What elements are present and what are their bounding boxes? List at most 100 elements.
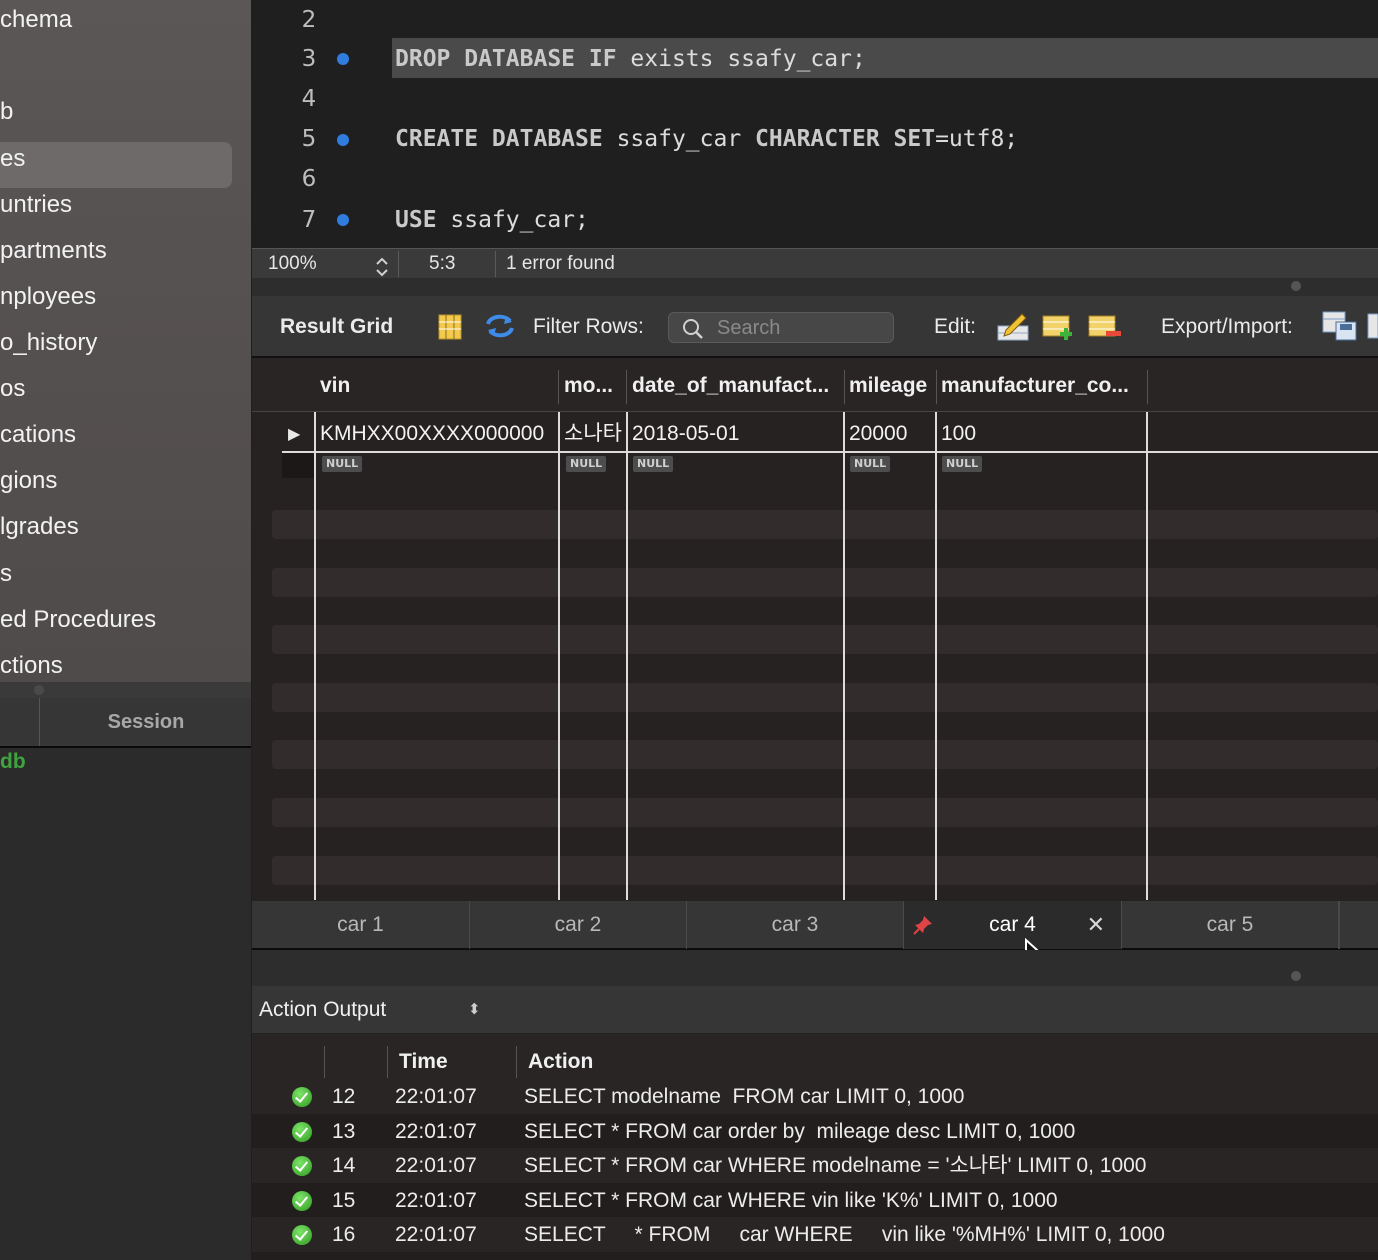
cell-vin[interactable]: KMHXX00XXXX000000 xyxy=(320,414,544,454)
tab-session[interactable]: Session xyxy=(41,698,251,746)
grid-view-icon[interactable] xyxy=(438,314,462,340)
editor-result-splitter[interactable] xyxy=(252,278,1378,296)
tree-item-db[interactable]: b xyxy=(0,92,13,132)
column-border xyxy=(935,412,937,900)
tree-item-job-history[interactable]: o_history xyxy=(0,323,97,363)
tree-item-schema[interactable]: chema xyxy=(0,0,72,40)
tree-item-countries[interactable]: untries xyxy=(0,185,72,225)
statement-marker-icon[interactable] xyxy=(337,214,349,226)
tree-item-locations[interactable]: cations xyxy=(0,415,76,455)
tree-item-stored-procedures[interactable]: ed Procedures xyxy=(0,600,156,640)
sql-keyword: USE xyxy=(395,207,437,233)
pin-icon[interactable] xyxy=(912,914,934,936)
output-row-time: 22:01:07 xyxy=(395,1189,477,1212)
result-grid-title[interactable]: Result Grid xyxy=(280,296,393,358)
code-line[interactable]: CREATE DATABASE ssafy_car CHARACTER SET=… xyxy=(395,119,1018,159)
output-row[interactable]: 12 22:01:07 SELECT modelname FROM car LI… xyxy=(252,1079,1378,1114)
column-divider[interactable] xyxy=(626,370,627,404)
tree-item-views[interactable]: s xyxy=(0,554,12,594)
error-status[interactable]: 1 error found xyxy=(506,249,615,279)
cell-date[interactable]: 2018-05-01 xyxy=(632,414,739,454)
filter-search-input[interactable] xyxy=(717,315,887,341)
output-row-action: SELECT * FROM car WHERE modelname = '소나타… xyxy=(524,1154,1147,1177)
tree-item-jobs[interactable]: os xyxy=(0,369,25,409)
cell-model[interactable]: 소나타 xyxy=(564,414,622,454)
edit-row-icon[interactable] xyxy=(996,310,1030,342)
tree-item-regions[interactable]: gions xyxy=(0,461,57,501)
column-divider[interactable] xyxy=(844,370,845,404)
output-type-select[interactable]: Action Output xyxy=(259,986,386,1034)
output-row[interactable]: 14 22:01:07 SELECT * FROM car WHERE mode… xyxy=(252,1148,1378,1183)
tab-object-info[interactable] xyxy=(0,698,40,746)
null-cell[interactable]: NULL xyxy=(322,456,363,472)
code-line[interactable]: USE ssafy_car; xyxy=(395,200,589,240)
null-cell[interactable]: NULL xyxy=(633,456,674,472)
tab-car-1[interactable]: car 1 xyxy=(252,901,470,949)
zoom-level[interactable]: 100% xyxy=(268,249,317,279)
result-grid[interactable]: vin mo... date_of_manufact... mileage ma… xyxy=(252,358,1378,900)
line-number: 6 xyxy=(301,166,317,192)
output-row[interactable]: 16 22:01:07 SELECT * FROM car WHERE vin … xyxy=(252,1217,1378,1252)
line-number: 3 xyxy=(301,46,317,72)
column-header-manufacturer[interactable]: manufacturer_co... xyxy=(941,358,1146,412)
insert-row-icon[interactable] xyxy=(1042,310,1076,342)
column-divider[interactable] xyxy=(1147,370,1148,404)
export-import-label: Export/Import: xyxy=(1161,315,1293,338)
output-row-time: 22:01:07 xyxy=(395,1120,477,1143)
output-row[interactable]: 13 22:01:07 SELECT * FROM car order by m… xyxy=(252,1114,1378,1149)
tree-item-employees[interactable]: nployees xyxy=(0,277,96,317)
null-cell[interactable]: NULL xyxy=(566,456,607,472)
splitter-handle-icon[interactable] xyxy=(34,685,44,695)
sql-keyword: CREATE DATABASE xyxy=(395,126,603,152)
output-row-number: 16 xyxy=(332,1223,356,1246)
output-row-time: 22:01:07 xyxy=(395,1085,477,1108)
column-divider[interactable] xyxy=(558,370,559,404)
editor-status-bar: 100% 5:3 1 error found xyxy=(252,248,1378,278)
tree-item-functions[interactable]: ctions xyxy=(0,646,63,682)
tree-item-departments[interactable]: partments xyxy=(0,231,107,271)
tree-item-salgrades[interactable]: lgrades xyxy=(0,507,79,547)
delete-row-icon[interactable] xyxy=(1088,310,1124,342)
import-icon[interactable] xyxy=(1366,310,1378,342)
statement-marker-icon[interactable] xyxy=(337,134,349,146)
tab-car-2[interactable]: car 2 xyxy=(470,901,687,949)
column-header-mileage[interactable]: mileage xyxy=(849,358,935,412)
select-arrows-icon[interactable]: ⬍ xyxy=(468,986,481,1034)
sidebar-tabs: Session xyxy=(0,698,251,748)
status-divider xyxy=(398,251,399,277)
column-border xyxy=(314,412,316,900)
session-db-label: db xyxy=(0,750,26,773)
result-toolbar: Result Grid Filter Rows: Edit: xyxy=(252,296,1378,358)
export-icon[interactable] xyxy=(1322,310,1358,342)
tab-overflow[interactable] xyxy=(1339,901,1378,949)
result-output-splitter[interactable] xyxy=(252,950,1378,986)
column-divider[interactable] xyxy=(516,1046,517,1078)
line-number: 7 xyxy=(301,207,317,233)
column-header-date[interactable]: date_of_manufact... xyxy=(632,358,842,412)
output-row-number: 12 xyxy=(332,1085,356,1108)
tab-car-4[interactable]: car 4 ✕ xyxy=(904,901,1122,949)
null-cell[interactable]: NULL xyxy=(942,456,983,472)
column-header-model[interactable]: mo... xyxy=(564,358,622,412)
splitter-handle-icon[interactable] xyxy=(1291,281,1301,291)
column-divider[interactable] xyxy=(936,370,937,404)
column-divider[interactable] xyxy=(324,1046,325,1078)
column-header-vin[interactable]: vin xyxy=(320,358,550,412)
filter-search-box[interactable] xyxy=(668,312,894,343)
cell-manufacturer[interactable]: 100 xyxy=(941,414,976,454)
output-row[interactable]: 15 22:01:07 SELECT * FROM car WHERE vin … xyxy=(252,1183,1378,1218)
column-divider[interactable] xyxy=(387,1046,388,1078)
grid-header: vin mo... date_of_manufact... mileage ma… xyxy=(252,358,1378,412)
code-line[interactable]: DROP DATABASE IF exists ssafy_car; xyxy=(395,39,866,79)
tree-item-tables[interactable]: es xyxy=(0,139,25,179)
null-cell[interactable]: NULL xyxy=(850,456,891,472)
tab-car-3[interactable]: car 3 xyxy=(687,901,904,949)
success-check-icon xyxy=(292,1087,312,1107)
close-icon[interactable]: ✕ xyxy=(1087,901,1105,949)
tab-car-5[interactable]: car 5 xyxy=(1122,901,1339,949)
cell-mileage[interactable]: 20000 xyxy=(849,414,907,454)
sql-editor[interactable]: 2 3 DROP DATABASE IF exists ssafy_car; 4… xyxy=(252,0,1378,248)
refresh-icon[interactable] xyxy=(484,312,516,340)
statement-marker-icon[interactable] xyxy=(337,53,349,65)
splitter-handle-icon[interactable] xyxy=(1291,971,1301,981)
